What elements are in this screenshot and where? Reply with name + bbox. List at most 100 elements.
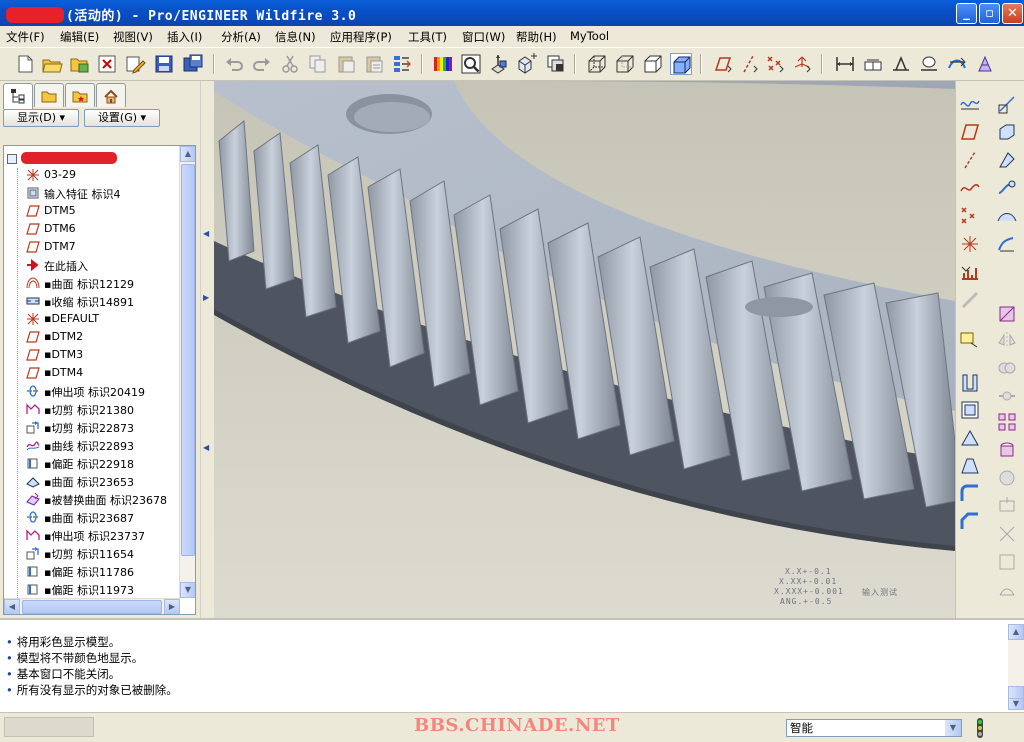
- regenerate-icon[interactable]: [391, 53, 413, 75]
- color-appearance-icon[interactable]: [432, 53, 454, 75]
- variable-sweep-icon[interactable]: [996, 233, 1018, 255]
- scroll-down-arrow-icon[interactable]: ▼: [180, 582, 195, 598]
- collapse-left-icon[interactable]: ◀: [203, 443, 211, 453]
- menu-tools[interactable]: 工具(T): [408, 29, 447, 45]
- model-tree[interactable]: 03-29 输入特征 标识4 DTM5 DTM6 DTM7 在此插入 ▪曲面 标…: [3, 145, 196, 615]
- menu-help[interactable]: 帮助(H): [516, 29, 557, 45]
- tree-item[interactable]: ▪偏距 标识22918: [4, 454, 180, 472]
- csys-display-icon[interactable]: [791, 53, 813, 75]
- selection-filter-select[interactable]: 智能 ▼: [786, 719, 962, 737]
- close-window-icon[interactable]: [96, 53, 118, 75]
- tree-vertical-scrollbar[interactable]: ▲ ▼: [179, 146, 195, 598]
- cut-icon[interactable]: [279, 53, 301, 75]
- title-bar[interactable]: (活动的) - Pro/ENGINEER Wildfire 3.0 _ ▫ ✕: [0, 0, 1024, 26]
- chamfer-tool-icon[interactable]: [959, 511, 981, 533]
- chevron-down-icon[interactable]: ▼: [945, 720, 961, 736]
- scroll-right-arrow-icon[interactable]: ▶: [164, 599, 180, 614]
- sketched-note-icon[interactable]: [959, 329, 981, 351]
- project-tool-icon[interactable]: [996, 551, 1018, 573]
- wrap-tool-icon[interactable]: [996, 579, 1018, 601]
- dimension-icon[interactable]: [834, 53, 856, 75]
- tree-item[interactable]: ▪切剪 标识11654: [4, 544, 180, 562]
- scroll-down-arrow-icon[interactable]: ▼: [1008, 698, 1024, 710]
- tree-item[interactable]: DTM6: [4, 220, 180, 238]
- analysis-feature-icon[interactable]: [959, 261, 981, 283]
- redo-icon[interactable]: [251, 53, 273, 75]
- saved-views-icon[interactable]: [516, 53, 538, 75]
- scroll-left-arrow-icon[interactable]: ◀: [4, 599, 20, 614]
- shading-icon[interactable]: [670, 53, 692, 75]
- zoom-window-icon[interactable]: [460, 53, 482, 75]
- datum-axis-tool-icon[interactable]: [959, 149, 981, 171]
- scroll-up-arrow-icon[interactable]: ▲: [1008, 624, 1024, 640]
- tree-item[interactable]: ▪DTM3: [4, 346, 180, 364]
- open-session-icon[interactable]: [68, 53, 90, 75]
- tree-item[interactable]: ▪DEFAULT: [4, 310, 180, 328]
- menu-window[interactable]: 窗口(W): [462, 29, 505, 45]
- mirror-tool-icon[interactable]: [996, 329, 1018, 351]
- pattern-tool-icon[interactable]: [996, 411, 1018, 433]
- menu-applications[interactable]: 应用程序(P): [330, 29, 392, 45]
- thicken-tool-icon[interactable]: [996, 439, 1018, 461]
- tree-item[interactable]: 在此插入: [4, 256, 180, 274]
- message-area[interactable]: • 将用彩色显示模型。 • 模型将不带颜色地显示。 • 基本窗口不能关闭。 • 所有没有…: [0, 618, 1024, 712]
- tree-root-item[interactable]: [7, 152, 117, 166]
- revolve-tool-icon[interactable]: [996, 149, 1018, 171]
- minimize-button[interactable]: _: [956, 3, 977, 24]
- undo-icon[interactable]: [223, 53, 245, 75]
- menu-insert[interactable]: 插入(I): [167, 29, 202, 45]
- paste-special-icon[interactable]: [363, 53, 385, 75]
- intersect-tool-icon[interactable]: [996, 523, 1018, 545]
- extrude-tool-icon[interactable]: [996, 121, 1018, 143]
- menu-edit[interactable]: 编辑(E): [60, 29, 99, 45]
- menu-file[interactable]: 文件(F): [6, 29, 45, 45]
- tree-item[interactable]: ▪曲面 标识23653: [4, 472, 180, 490]
- tree-item[interactable]: ▪曲线 标识22893: [4, 436, 180, 454]
- scroll-up-arrow-icon[interactable]: ▲: [180, 146, 195, 162]
- surface-finish-icon[interactable]: [890, 53, 912, 75]
- tree-item[interactable]: ▪曲面 标识23687: [4, 508, 180, 526]
- menu-analysis[interactable]: 分析(A): [221, 29, 261, 45]
- annotation-icon[interactable]: [974, 53, 996, 75]
- menu-info[interactable]: 信息(N): [275, 29, 316, 45]
- wireframe-icon[interactable]: [586, 53, 608, 75]
- menu-view[interactable]: 视图(V): [113, 29, 153, 45]
- datum-axis-display-icon[interactable]: [738, 53, 760, 75]
- solidify-tool-icon[interactable]: [996, 467, 1018, 489]
- trim-tool-icon[interactable]: [996, 385, 1018, 407]
- close-button[interactable]: ✕: [1002, 3, 1023, 24]
- tree-item[interactable]: ▪收缩 标识14891: [4, 292, 180, 310]
- rib-tool-icon[interactable]: [959, 427, 981, 449]
- tree-item[interactable]: 03-29: [4, 166, 180, 184]
- draft-tool-icon[interactable]: [996, 303, 1018, 325]
- show-dropdown-button[interactable]: 显示(D) ▾: [3, 109, 79, 127]
- folder-browser-tab[interactable]: [34, 83, 64, 107]
- tree-item[interactable]: DTM7: [4, 238, 180, 256]
- maximize-button[interactable]: ▫: [979, 3, 1000, 24]
- tree-item[interactable]: ▪伸出项 标识20419: [4, 382, 180, 400]
- sketched-datum-curve-icon[interactable]: [959, 93, 981, 115]
- note-icon[interactable]: [918, 53, 940, 75]
- tree-item[interactable]: ▪偏距 标识11786: [4, 562, 180, 580]
- save-copy-icon[interactable]: [182, 53, 204, 75]
- sketch-tool-icon[interactable]: [996, 93, 1018, 115]
- tree-item[interactable]: ▪DTM2: [4, 328, 180, 346]
- tree-horizontal-scrollbar[interactable]: ◀ ▶: [4, 598, 180, 614]
- copy-icon[interactable]: [307, 53, 329, 75]
- round-tool-icon[interactable]: [959, 483, 981, 505]
- spin-center-icon[interactable]: [946, 53, 968, 75]
- scroll-thumb[interactable]: [22, 600, 162, 614]
- tree-item[interactable]: 输入特征 标识4: [4, 184, 180, 202]
- tree-item[interactable]: ▪被替换曲面 标识23678: [4, 490, 180, 508]
- open-icon[interactable]: [41, 53, 63, 75]
- merge-tool-icon[interactable]: [996, 357, 1018, 379]
- sweep-tool-icon[interactable]: [996, 177, 1018, 199]
- tree-item[interactable]: ▪DTM4: [4, 364, 180, 382]
- connections-tab[interactable]: [96, 83, 126, 107]
- datum-point-display-icon[interactable]: [764, 53, 786, 75]
- hole-tool-icon[interactable]: [959, 371, 981, 393]
- boundary-blend-icon[interactable]: [996, 205, 1018, 227]
- panel-sash[interactable]: ◀ ▶ ◀: [200, 81, 214, 618]
- hidden-line-icon[interactable]: [614, 53, 636, 75]
- message-scrollbar[interactable]: ▲ ▼: [1008, 624, 1024, 710]
